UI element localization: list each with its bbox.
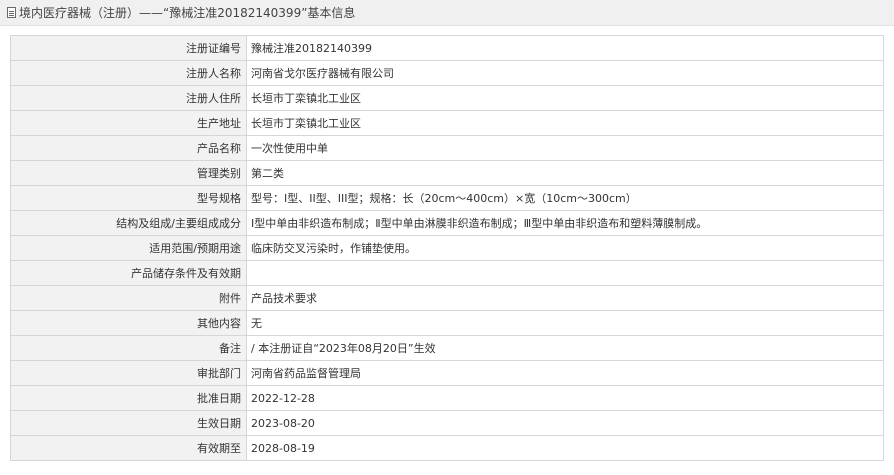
row-value: 河南省药品监督管理局 (246, 360, 884, 386)
row-label: 附件 (10, 285, 247, 311)
row-value: 产品技术要求 (246, 285, 884, 311)
row-label: 注册人住所 (10, 85, 247, 111)
row-label: 注册证编号 (10, 35, 247, 61)
row-value: 豫械注准20182140399 (246, 35, 884, 61)
row-label: 备注 (10, 335, 247, 361)
row-value: 型号：I型、II型、III型；规格：长（20cm～400cm）×宽（10cm～3… (246, 185, 884, 211)
row-label: 生效日期 (10, 410, 247, 436)
row-label: 适用范围/预期用途 (10, 235, 247, 261)
row-value: 一次性使用中单 (246, 135, 884, 161)
table-row: 其他内容 无 (10, 310, 884, 336)
row-label: 有效期至 (10, 435, 247, 461)
table-row: 管理类别 第二类 (10, 160, 884, 186)
table-row: 生效日期 2023-08-20 (10, 410, 884, 436)
row-label: 产品名称 (10, 135, 247, 161)
row-value (246, 260, 884, 286)
table-row: 产品储存条件及有效期 (10, 260, 884, 286)
row-value: / 本注册证自“2023年08月20日”生效 (246, 335, 884, 361)
row-label: 审批部门 (10, 360, 247, 386)
info-table: 注册证编号 豫械注准20182140399 注册人名称 河南省戈尔医疗器械有限公… (10, 35, 884, 461)
table-row: 有效期至 2028-08-19 (10, 435, 884, 461)
table-row: 审批部门 河南省药品监督管理局 (10, 360, 884, 386)
row-value: 2023-08-20 (246, 410, 884, 436)
row-value: 长垣市丁栾镇北工业区 (246, 85, 884, 111)
document-icon (7, 7, 16, 18)
row-label: 生产地址 (10, 110, 247, 136)
table-row: 附件 产品技术要求 (10, 285, 884, 311)
row-label: 结构及组成/主要组成成分 (10, 210, 247, 236)
row-value: 河南省戈尔医疗器械有限公司 (246, 60, 884, 86)
page-header: 境内医疗器械（注册）——“豫械注准20182140399”基本信息 (0, 0, 894, 26)
table-row: 生产地址 长垣市丁栾镇北工业区 (10, 110, 884, 136)
table-row: 注册人名称 河南省戈尔医疗器械有限公司 (10, 60, 884, 86)
table-row: 适用范围/预期用途 临床防交叉污染时，作铺垫使用。 (10, 235, 884, 261)
row-value: 长垣市丁栾镇北工业区 (246, 110, 884, 136)
row-label: 管理类别 (10, 160, 247, 186)
page-title: 境内医疗器械（注册）——“豫械注准20182140399”基本信息 (19, 6, 356, 20)
table-row: 注册人住所 长垣市丁栾镇北工业区 (10, 85, 884, 111)
table-row: 型号规格 型号：I型、II型、III型；规格：长（20cm～400cm）×宽（1… (10, 185, 884, 211)
table-row: 备注 / 本注册证自“2023年08月20日”生效 (10, 335, 884, 361)
row-value: 第二类 (246, 160, 884, 186)
row-value: 无 (246, 310, 884, 336)
row-value: 2022-12-28 (246, 385, 884, 411)
row-value: 2028-08-19 (246, 435, 884, 461)
row-label: 其他内容 (10, 310, 247, 336)
table-row: 产品名称 一次性使用中单 (10, 135, 884, 161)
table-row: 结构及组成/主要组成成分 Ⅰ型中单由非织造布制成；Ⅱ型中单由淋膜非织造布制成；Ⅲ… (10, 210, 884, 236)
row-label: 注册人名称 (10, 60, 247, 86)
row-label: 产品储存条件及有效期 (10, 260, 247, 286)
table-row: 批准日期 2022-12-28 (10, 385, 884, 411)
row-value: 临床防交叉污染时，作铺垫使用。 (246, 235, 884, 261)
row-value: Ⅰ型中单由非织造布制成；Ⅱ型中单由淋膜非织造布制成；Ⅲ型中单由非织造布和塑料薄膜… (246, 210, 884, 236)
row-label: 型号规格 (10, 185, 247, 211)
row-label: 批准日期 (10, 385, 247, 411)
table-row: 注册证编号 豫械注准20182140399 (10, 35, 884, 61)
